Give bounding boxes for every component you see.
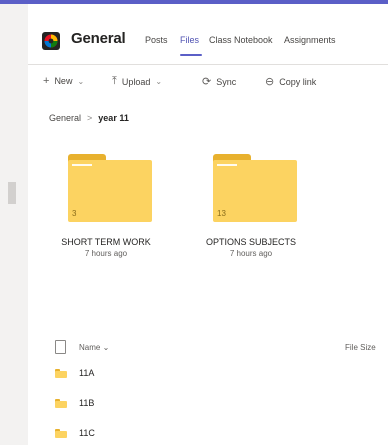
tab-files[interactable]: Files [180, 35, 202, 56]
chevron-right-icon: > [87, 113, 93, 123]
tab-posts[interactable]: Posts [145, 35, 168, 45]
list-item[interactable]: 11A [28, 360, 388, 390]
tab-assignments[interactable]: Assignments [284, 35, 336, 45]
sync-label: Sync [216, 76, 237, 87]
name-column-header[interactable]: Name ⌄ [79, 343, 109, 352]
team-logo-icon [44, 34, 58, 48]
folder-icon: 13 [201, 154, 301, 226]
folder-item-count: 3 [72, 209, 77, 218]
upload-label: Upload [121, 76, 151, 87]
active-tab-indicator [180, 54, 202, 56]
sync-icon: ⟳ [202, 76, 212, 88]
new-label: New [54, 76, 73, 86]
channel-title: General [71, 30, 126, 47]
breadcrumb-current: year 11 [98, 113, 129, 123]
file-size-column-header[interactable]: File Size [345, 343, 376, 352]
tab-class-notebook[interactable]: Class Notebook [209, 35, 273, 45]
breadcrumb: General > year 11 [49, 113, 129, 123]
chevron-down-icon: ⌄ [102, 343, 110, 352]
folder-tile-name: OPTIONS SUBJECTS [205, 237, 296, 247]
folder-icon: 3 [56, 154, 156, 226]
files-toolbar: + New ⌄ ⤒ Upload ⌄ ⟳ Sync ⊖ Copy link [28, 65, 388, 95]
rail-indicator [8, 182, 16, 204]
list-item-name: 11A [79, 368, 95, 378]
plus-icon: + [43, 75, 50, 87]
folder-tile-modified: 7 hours ago [84, 249, 128, 258]
chevron-down-icon: ⌄ [155, 77, 163, 86]
sync-button[interactable]: ⟳ Sync [202, 75, 236, 88]
files-pane: General Posts Files Class Notebook Assig… [28, 4, 388, 445]
list-item-name: 11B [79, 398, 95, 408]
new-button[interactable]: + New ⌄ [43, 75, 84, 87]
name-column-label: Name [79, 343, 101, 352]
upload-button[interactable]: ⤒ Upload ⌄ [112, 75, 162, 88]
link-icon: ⊖ [265, 76, 275, 88]
list-item-name: 11C [79, 428, 95, 438]
list-header: Name ⌄ File Size [28, 336, 388, 360]
folder-icon [55, 429, 67, 438]
left-rail [0, 4, 28, 445]
file-type-icon [55, 340, 66, 354]
chevron-down-icon: ⌄ [77, 76, 85, 86]
folder-icon [55, 399, 67, 408]
tab-files-label: Files [180, 35, 200, 45]
breadcrumb-root[interactable]: General [49, 113, 81, 123]
copy-link-label: Copy link [279, 76, 317, 87]
folder-tile-modified: 7 hours ago [229, 249, 273, 258]
folder-icon [55, 369, 67, 378]
folder-tile-name: SHORT TERM WORK [61, 237, 151, 247]
channel-header: General Posts Files Class Notebook Assig… [28, 4, 388, 65]
folder-item-count: 13 [217, 209, 226, 218]
list-item[interactable]: 11B [28, 390, 388, 420]
list-item[interactable]: 11C [28, 420, 388, 445]
team-avatar[interactable] [42, 32, 60, 50]
copy-link-button[interactable]: ⊖ Copy link [265, 75, 316, 88]
upload-icon: ⤒ [112, 75, 117, 87]
